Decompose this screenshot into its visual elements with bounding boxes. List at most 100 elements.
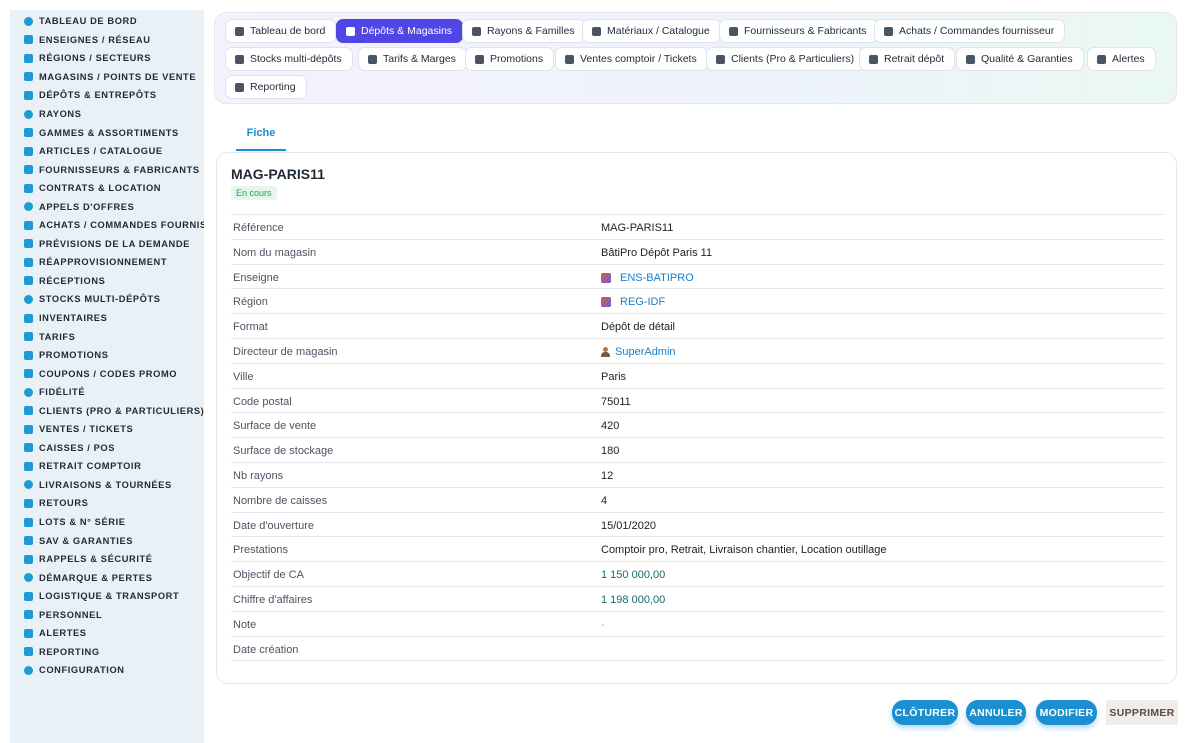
field-value-text: Paris — [601, 370, 627, 383]
tab-0[interactable]: Tableau de bord — [225, 19, 337, 43]
field-value-text: ENS-BATIPRO — [620, 271, 694, 284]
sidebar-item-22[interactable]: VENTES / TICKETS — [10, 420, 204, 439]
field-value-text: Dépôt de détail — [601, 321, 675, 334]
field-value-text: 420 — [601, 420, 620, 433]
sidebar-item-18[interactable]: PROMOTIONS — [10, 346, 204, 365]
sidebar-item-17[interactable]: TARIFS — [10, 327, 204, 346]
dashboard-icon — [235, 26, 244, 36]
hammer-icon — [24, 202, 33, 212]
sidebar-item-15[interactable]: STOCKS MULTI-DÉPÔTS — [10, 290, 204, 309]
sidebar-item-30[interactable]: DÉMARQUE & PERTES — [10, 568, 204, 587]
tab-9[interactable]: Ventes comptoir / Tickets — [555, 47, 708, 71]
sidebar-item-8[interactable]: FOURNISSEURS & FABRICANTS — [10, 160, 204, 179]
sidebar-item-2[interactable]: RÉGIONS / SECTEURS — [10, 49, 204, 68]
sidebar-item-1[interactable]: ENSEIGNES / RÉSEAU — [10, 31, 204, 50]
field-value-text: 12 — [601, 469, 614, 482]
tab-5[interactable]: Achats / Commandes fournisseur — [874, 19, 1066, 43]
field-label: Note — [233, 618, 257, 631]
tab-6[interactable]: Stocks multi-dépôts — [225, 47, 353, 71]
car-icon — [24, 461, 33, 471]
warehouse-icon — [24, 90, 33, 100]
percent-icon — [475, 54, 484, 64]
field-label: Nombre de caisses — [233, 494, 328, 507]
field-row: Format Dépôt de détail — [231, 314, 1164, 339]
sidebar-item-33[interactable]: ALERTES — [10, 624, 204, 643]
tab-12[interactable]: Qualité & Garanties — [956, 47, 1084, 71]
field-value[interactable]: REG-IDF — [601, 296, 665, 308]
tab-11[interactable]: Retrait dépôt — [859, 47, 956, 71]
sidebar-item-0[interactable]: TABLEAU DE BORD — [10, 12, 204, 31]
sidebar-item-28[interactable]: SAV & GARANTIES — [10, 531, 204, 550]
sidebar-item-4[interactable]: DÉPÔTS & ENTREPÔTS — [10, 86, 204, 105]
sidebar-item-label: PERSONNEL — [39, 609, 103, 620]
sidebar-item-25[interactable]: LIVRAISONS & TOURNÉES — [10, 476, 204, 495]
tab-13[interactable]: Alertes — [1087, 47, 1156, 71]
sidebar-item-20[interactable]: FIDÉLITÉ — [10, 383, 204, 402]
sidebar-item-label: SAV & GARANTIES — [39, 535, 134, 546]
receipt-icon — [24, 424, 33, 434]
box-icon — [24, 146, 33, 156]
users-icon — [24, 610, 33, 620]
sidebar-item-31[interactable]: LOGISTIQUE & TRANSPORT — [10, 587, 204, 606]
tab-1[interactable]: Dépôts & Magasins — [336, 19, 464, 43]
sidebar-item-32[interactable]: PERSONNEL — [10, 606, 204, 625]
user-icon — [24, 406, 33, 416]
sidebar-item-label: RETRAIT COMPTOIR — [39, 461, 142, 472]
receipt-icon — [565, 54, 574, 64]
sidebar-item-16[interactable]: INVENTAIRES — [10, 309, 204, 328]
field-label: Chiffre d'affaires — [233, 593, 313, 606]
sidebar-item-23[interactable]: CAISSES / POS — [10, 439, 204, 458]
sidebar-item-29[interactable]: RAPPELS & SÉCURITÉ — [10, 550, 204, 569]
sidebar-item-label: RÉGIONS / SECTEURS — [39, 53, 152, 64]
store-icon — [24, 72, 33, 82]
sidebar-item-24[interactable]: RETRAIT COMPTOIR — [10, 457, 204, 476]
cancel-button[interactable]: ANNULER — [966, 700, 1026, 725]
sidebar-item-label: DÉPÔTS & ENTREPÔTS — [39, 90, 157, 101]
sidebar-item-34[interactable]: REPORTING — [10, 643, 204, 662]
sidebar: TABLEAU DE BORD ENSEIGNES / RÉSEAU RÉGIONS… — [10, 10, 204, 743]
sidebar-item-11[interactable]: ACHATS / COMMANDES FOURNISSEUR — [10, 216, 204, 235]
edit-button[interactable]: MODIFIER — [1036, 700, 1097, 725]
field-value-text: 15/01/2020 — [601, 519, 657, 532]
sidebar-item-35[interactable]: CONFIGURATION — [10, 661, 204, 680]
sidebar-item-26[interactable]: RETOURS — [10, 494, 204, 513]
tab-label: Rayons & Familles — [487, 25, 575, 37]
sidebar-item-14[interactable]: RÉCEPTIONS — [10, 272, 204, 291]
sidebar-item-5[interactable]: RAYONS — [10, 105, 204, 124]
field-row: Prestations Comptoir pro, Retrait, Livrai… — [231, 537, 1164, 563]
sidebar-item-9[interactable]: CONTRATS & LOCATION — [10, 179, 204, 198]
tab-7[interactable]: Tarifs & Marges — [358, 47, 467, 71]
sidebar-item-3[interactable]: MAGASINS / POINTS DE VENTE — [10, 68, 204, 87]
field-row: Référence MAG-PARIS11 — [231, 215, 1164, 240]
sidebar-item-12[interactable]: PRÉVISIONS DE LA DEMANDE — [10, 235, 204, 254]
tab-14[interactable]: Reporting — [225, 75, 307, 99]
tab-4[interactable]: Fournisseurs & Fabricants — [719, 19, 878, 43]
field-value-text: SuperAdmin — [615, 345, 676, 358]
field-value: 12 — [601, 470, 613, 482]
sidebar-item-6[interactable]: GAMMES & ASSORTIMENTS — [10, 123, 204, 142]
tab-fiche[interactable]: Fiche — [236, 119, 286, 151]
tab-2[interactable]: Rayons & Familles — [462, 19, 586, 43]
field-value: Paris — [601, 371, 626, 383]
field-value[interactable]: SuperAdmin — [601, 346, 676, 358]
field-value-text: 1 150 000,00 — [601, 569, 666, 582]
sidebar-item-label: RÉCEPTIONS — [39, 275, 106, 286]
sidebar-item-13[interactable]: RÉAPPROVISIONNEMENT — [10, 253, 204, 272]
sidebar-item-label: ACHATS / COMMANDES FOURNISSEUR — [39, 220, 204, 231]
tab-10[interactable]: Clients (Pro & Particuliers) — [706, 47, 866, 71]
sidebar-item-10[interactable]: APPELS D'OFFRES — [10, 197, 204, 216]
field-value[interactable]: ENS-BATIPRO — [601, 272, 694, 284]
delete-button[interactable]: SUPPRIMER — [1106, 700, 1178, 725]
field-label: Code postal — [233, 395, 292, 408]
sidebar-item-7[interactable]: ARTICLES / CATALOGUE — [10, 142, 204, 161]
sidebar-item-label: CONTRATS & LOCATION — [39, 183, 162, 194]
sidebar-item-27[interactable]: LOTS & N° SÉRIE — [10, 513, 204, 532]
shelf-icon — [24, 109, 33, 119]
sidebar-item-21[interactable]: CLIENTS (PRO & PARTICULIERS) — [10, 401, 204, 420]
module-tabs: Tableau de bord Dépôts & Magasins Rayons &… — [214, 12, 1177, 104]
pie-icon — [235, 82, 244, 92]
tab-3[interactable]: Matériaux / Catalogue — [582, 19, 721, 43]
tab-8[interactable]: Promotions — [465, 47, 555, 71]
sidebar-item-19[interactable]: COUPONS / CODES PROMO — [10, 364, 204, 383]
close-record-button[interactable]: CLÔTURER — [892, 700, 958, 725]
